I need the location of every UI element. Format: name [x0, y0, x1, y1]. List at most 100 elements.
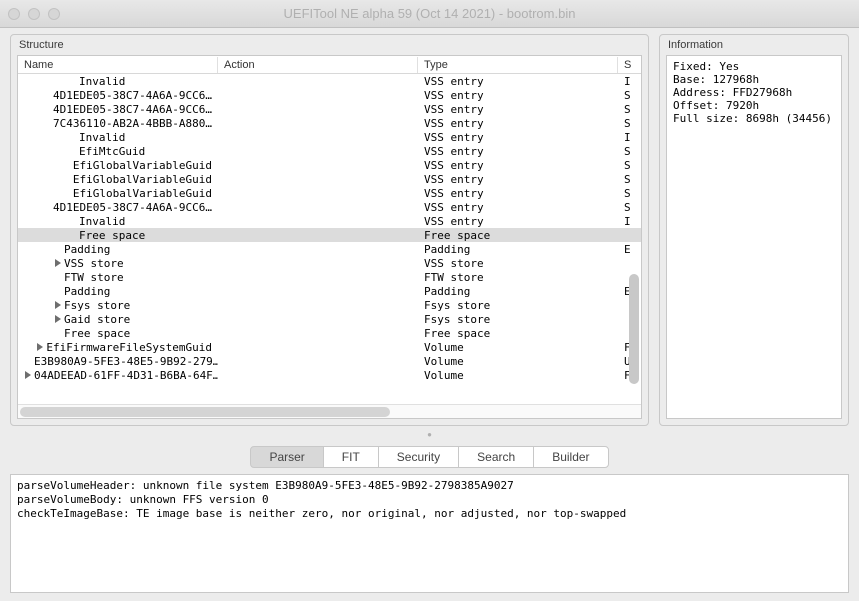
disclosure-triangle-icon: [54, 273, 62, 281]
structure-table[interactable]: Name Action Type S InvalidVSS entryI4D1E…: [17, 55, 642, 419]
row-type: VSS entry: [418, 159, 618, 172]
row-name: 4D1EDE05-38C7-4A6A-9CC6…: [53, 201, 212, 214]
row-subtype: S: [618, 117, 632, 130]
tab-builder[interactable]: Builder: [533, 446, 608, 468]
table-row[interactable]: EfiGlobalVariableGuidVSS entryS: [18, 172, 641, 186]
information-panel: Information Fixed: Yes Base: 127968h Add…: [659, 34, 849, 426]
table-row[interactable]: 4D1EDE05-38C7-4A6A-9CC6…VSS entryS: [18, 88, 641, 102]
vertical-scrollbar[interactable]: [629, 274, 639, 384]
disclosure-triangle-icon: [43, 119, 51, 127]
table-row[interactable]: EfiGlobalVariableGuidVSS entryS: [18, 158, 641, 172]
row-type: VSS entry: [418, 145, 618, 158]
horizontal-scrollbar-thumb[interactable]: [20, 407, 390, 417]
disclosure-triangle-icon: [43, 203, 51, 211]
table-row[interactable]: 04ADEEAD-61FF-4D31-B6BA-64F…VolumeF: [18, 368, 641, 382]
row-subtype: S: [618, 103, 632, 116]
row-type: VSS entry: [418, 103, 618, 116]
table-row[interactable]: E3B980A9-5FE3-48E5-9B92-279…VolumeU: [18, 354, 641, 368]
disclosure-triangle-icon: [69, 147, 77, 155]
close-icon[interactable]: [8, 8, 20, 20]
row-subtype: S: [618, 89, 632, 102]
row-name: 7C436110-AB2A-4BBB-A880…: [53, 117, 212, 130]
table-row[interactable]: 4D1EDE05-38C7-4A6A-9CC6… VSS entryS: [18, 102, 641, 116]
structure-panel: Structure Name Action Type S InvalidVSS …: [10, 34, 649, 426]
table-row[interactable]: FTW storeFTW store: [18, 270, 641, 284]
disclosure-triangle-icon[interactable]: [54, 315, 62, 323]
table-row[interactable]: InvalidVSS entryI: [18, 130, 641, 144]
disclosure-triangle-icon[interactable]: [54, 301, 62, 309]
row-name: 04ADEEAD-61FF-4D31-B6BA-64F…: [34, 369, 218, 382]
disclosure-triangle-icon: [43, 105, 51, 113]
row-name: 4D1EDE05-38C7-4A6A-9CC6…: [53, 103, 212, 116]
tab-fit[interactable]: FIT: [323, 446, 379, 468]
table-row[interactable]: InvalidVSS entryI: [18, 74, 641, 88]
row-type: VSS entry: [418, 201, 618, 214]
disclosure-triangle-icon[interactable]: [24, 371, 32, 379]
table-row[interactable]: EfiFirmwareFileSystemGuidVolumeF: [18, 340, 641, 354]
row-name: Padding: [64, 285, 110, 298]
titlebar: UEFITool NE alpha 59 (Oct 14 2021) - boo…: [0, 0, 859, 28]
disclosure-triangle-icon: [69, 231, 77, 239]
table-header: Name Action Type S: [18, 56, 641, 74]
disclosure-triangle-icon: [63, 161, 71, 169]
table-row[interactable]: PaddingPaddingE: [18, 284, 641, 298]
row-name: EfiGlobalVariableGuid: [73, 159, 212, 172]
table-row[interactable]: VSS storeVSS store: [18, 256, 641, 270]
row-type: Fsys store: [418, 313, 618, 326]
row-subtype: I: [618, 215, 632, 228]
table-body[interactable]: InvalidVSS entryI4D1EDE05-38C7-4A6A-9CC6…: [18, 74, 641, 404]
table-row[interactable]: Gaid storeFsys store: [18, 312, 641, 326]
table-row[interactable]: InvalidVSS entryI: [18, 214, 641, 228]
table-row[interactable]: 7C436110-AB2A-4BBB-A880…VSS entryS: [18, 116, 641, 130]
disclosure-triangle-icon: [54, 287, 62, 295]
row-name: EfiMtcGuid: [79, 145, 145, 158]
row-subtype: I: [618, 131, 632, 144]
row-name: Free space: [64, 327, 130, 340]
row-type: VSS entry: [418, 75, 618, 88]
row-name: EfiGlobalVariableGuid: [73, 187, 212, 200]
disclosure-triangle-icon[interactable]: [54, 259, 62, 267]
column-header-type[interactable]: Type: [418, 57, 618, 73]
column-header-name[interactable]: Name: [18, 57, 218, 73]
zoom-icon[interactable]: [48, 8, 60, 20]
table-row[interactable]: Fsys storeFsys store: [18, 298, 641, 312]
row-type: Padding: [418, 285, 618, 298]
table-row[interactable]: Free spaceFree space: [18, 326, 641, 340]
horizontal-scrollbar[interactable]: [18, 404, 641, 418]
row-type: FTW store: [418, 271, 618, 284]
row-name: EfiFirmwareFileSystemGuid: [46, 341, 212, 354]
column-header-s[interactable]: S: [618, 57, 632, 73]
table-row[interactable]: EfiMtcGuidVSS entryS: [18, 144, 641, 158]
structure-panel-title: Structure: [11, 35, 648, 53]
column-header-action[interactable]: Action: [218, 57, 418, 73]
row-type: VSS entry: [418, 131, 618, 144]
row-name: Invalid: [79, 75, 125, 88]
row-type: Volume: [418, 355, 618, 368]
bottom-tabs: Parser FIT Security Search Builder: [10, 446, 849, 468]
tab-parser[interactable]: Parser: [250, 446, 323, 468]
row-subtype: S: [618, 187, 632, 200]
tab-search[interactable]: Search: [458, 446, 534, 468]
row-type: Volume: [418, 341, 618, 354]
row-type: Padding: [418, 243, 618, 256]
disclosure-triangle-icon[interactable]: [36, 343, 44, 351]
log-panel[interactable]: parseVolumeHeader: unknown file system E…: [10, 474, 849, 593]
disclosure-triangle-icon: [54, 329, 62, 337]
row-name: EfiGlobalVariableGuid: [73, 173, 212, 186]
row-name: 4D1EDE05-38C7-4A6A-9CC6…: [53, 89, 212, 102]
tab-security[interactable]: Security: [378, 446, 459, 468]
splitter-handle[interactable]: ●: [10, 432, 849, 440]
table-row[interactable]: Free spaceFree space: [18, 228, 641, 242]
disclosure-triangle-icon: [69, 217, 77, 225]
minimize-icon[interactable]: [28, 8, 40, 20]
information-body[interactable]: Fixed: Yes Base: 127968h Address: FFD279…: [666, 55, 842, 419]
row-type: Fsys store: [418, 299, 618, 312]
information-panel-title: Information: [660, 35, 848, 53]
table-row[interactable]: PaddingPaddingE: [18, 242, 641, 256]
disclosure-triangle-icon: [43, 91, 51, 99]
row-name: Invalid: [79, 215, 125, 228]
table-row[interactable]: EfiGlobalVariableGuidVSS entryS: [18, 186, 641, 200]
disclosure-triangle-icon: [54, 245, 62, 253]
disclosure-triangle-icon: [69, 77, 77, 85]
table-row[interactable]: 4D1EDE05-38C7-4A6A-9CC6…VSS entryS: [18, 200, 641, 214]
